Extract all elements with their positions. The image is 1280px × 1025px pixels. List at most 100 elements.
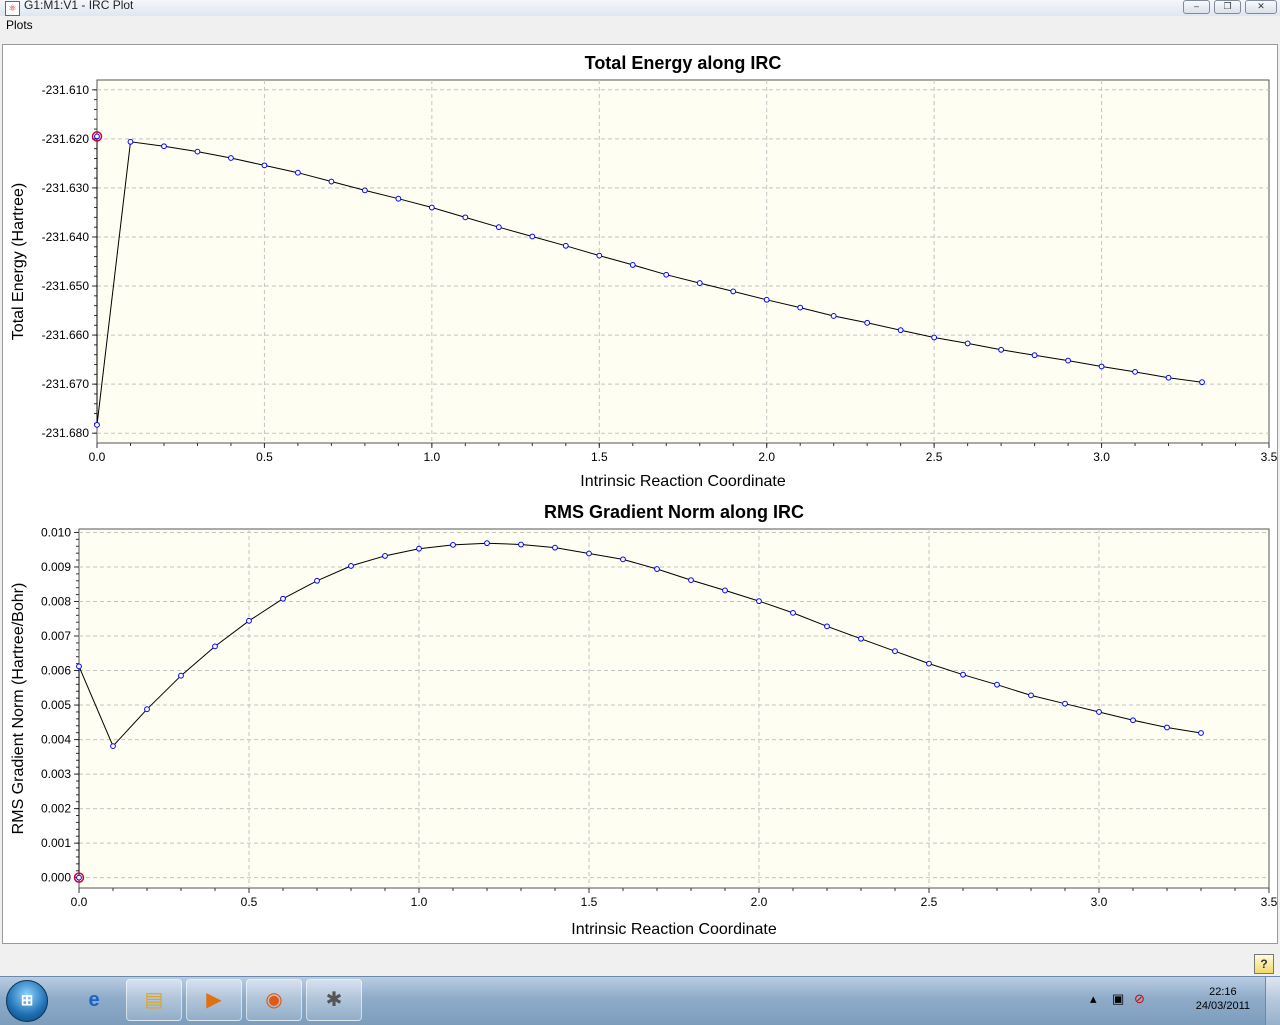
data-point [1164,724,1170,731]
data-point [790,609,796,616]
y-tick-label: -231.630 [42,181,90,195]
data-point [1096,709,1102,715]
plot-area [78,528,1270,889]
data-point [194,148,201,155]
y-tick-label: -231.620 [42,132,90,146]
data-point [382,553,388,559]
y-tick-label: -231.610 [42,83,90,97]
status-bar: ? [0,946,1280,976]
y-tick-label: 0.001 [41,836,71,850]
plot-area [96,79,1270,444]
data-point [696,280,703,286]
volume-muted-icon[interactable]: ⊘ [1134,991,1145,1007]
data-point [586,550,592,557]
data-point [864,319,871,326]
data-point [328,178,335,185]
start-button[interactable]: ⊞ [6,980,48,1022]
x-tick-label: 2.0 [751,895,768,909]
data-point [228,155,234,161]
data-point [94,421,100,428]
data-point [495,224,502,231]
y-axis-label: Total Energy (Hartree) [10,183,27,340]
y-tick-label: -231.640 [42,230,90,244]
data-point [730,288,737,295]
y-tick-label: -231.680 [42,426,90,440]
y-tick-label: -231.660 [42,328,90,342]
data-point [797,304,804,311]
data-point [1028,692,1034,699]
x-axis-label: Intrinsic Reaction Coordinate [571,921,777,938]
close-button[interactable]: ✕ [1245,0,1277,14]
internet-explorer-icon[interactable]: e [66,979,122,1021]
restore-button[interactable]: ❐ [1214,0,1241,14]
data-point [1065,357,1071,364]
data-point [722,587,728,594]
windows-explorer-icon[interactable]: ▤ [126,979,182,1021]
data-point [295,169,301,176]
y-tick-label: 0.002 [41,802,71,816]
data-point [663,271,670,278]
firefox-icon[interactable]: ◉ [246,979,302,1021]
data-point [994,681,1000,688]
data-point [931,334,938,341]
clock[interactable]: 22:16 24/03/2011 [1196,985,1250,1013]
data-point [416,545,422,552]
x-tick-label: 2.0 [758,450,775,464]
chart-2: 0.0 0.5 1.0 1.5 2.0 2.5 3.0 3.5 0.000 0.001 0.002 0… [10,502,1278,938]
y-tick-label: 0.004 [41,733,71,747]
menu-bar: Plots [0,16,1280,36]
data-point [314,577,320,584]
data-point [518,541,524,548]
show-hidden-icons-icon[interactable]: ▴ [1090,991,1097,1007]
x-tick-label: 0.5 [256,450,273,464]
data-point [763,296,770,303]
y-axis-label: RMS Gradient Norm (Hartree/Bohr) [10,583,27,835]
data-point [858,635,864,642]
data-point [450,541,456,548]
y-tick-label: -231.670 [42,377,90,391]
data-point [361,187,368,194]
y-tick-label: 0.006 [41,664,71,678]
clock-date: 24/03/2011 [1195,1000,1250,1012]
y-tick-label: 0.009 [41,560,71,574]
y-tick-label: -231.650 [42,279,90,293]
data-point [998,346,1005,353]
data-point [1132,368,1138,375]
chart-title: RMS Gradient Norm along IRC [544,502,804,522]
data-point [552,544,558,551]
data-point [76,874,82,881]
help-button[interactable]: ? [1254,954,1274,974]
data-point [76,663,82,670]
data-point [212,643,218,650]
media-player-icon[interactable]: ▶ [186,979,242,1021]
data-point [654,566,660,572]
chart-title: Total Energy along IRC [585,53,782,73]
data-point [462,214,469,221]
show-desktop-button[interactable] [1265,977,1280,1025]
data-point [562,242,569,249]
y-tick-label: 0.003 [41,767,71,781]
data-point [529,233,536,240]
data-point [178,672,184,679]
data-point [960,671,966,678]
data-point [348,563,354,569]
data-point [1165,374,1172,381]
data-point [280,595,286,602]
data-point [246,617,252,624]
menu-plots[interactable]: Plots [6,18,33,32]
data-point [1098,363,1105,370]
window-titlebar[interactable]: ⚛ G1:M1:V1 - IRC Plot ‒ ❐ ✕ [0,0,1280,17]
data-point [261,162,268,169]
x-tick-label: 3.5 [1261,450,1277,464]
minimize-button[interactable]: ‒ [1183,0,1210,14]
data-point [1199,379,1205,386]
data-point [428,204,435,211]
x-tick-label: 3.0 [1093,450,1110,464]
chart-1: 0.0 0.5 1.0 1.5 2.0 2.5 3.0 3.5 -231.610 -231.620… [10,53,1278,490]
data-point [596,252,603,259]
x-axis-label: Intrinsic Reaction Coordinate [580,473,786,490]
data-point [620,556,626,563]
data-point [756,598,762,605]
gaussview-icon[interactable]: ✱ [306,979,362,1021]
network-icon[interactable]: ▣ [1112,991,1124,1007]
